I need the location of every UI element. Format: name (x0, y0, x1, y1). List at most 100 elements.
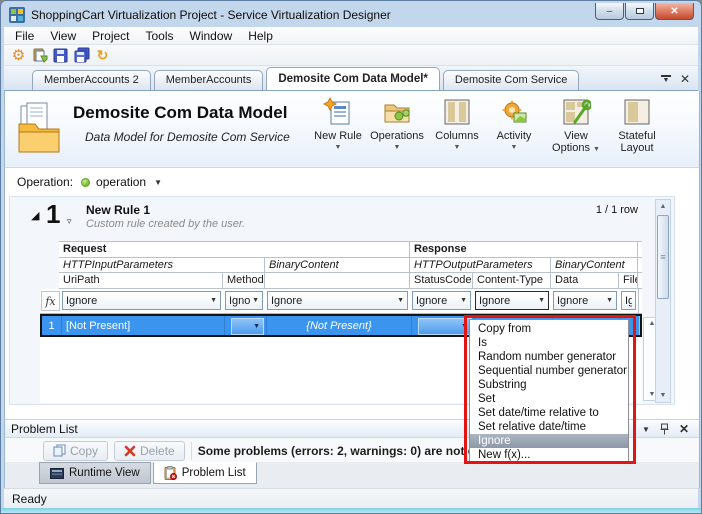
file-fx-combo[interactable]: Ignore (621, 291, 636, 310)
title-bar[interactable]: ShoppingCart Virtualization Project - Se… (4, 3, 698, 27)
tab-list-dropdown-icon[interactable]: ▼ (661, 75, 671, 84)
menu-help[interactable]: Help (240, 28, 281, 44)
menu-item-new-fx[interactable]: New f(x)... (470, 448, 628, 462)
settings-gear-icon[interactable]: ⚙ (10, 47, 27, 64)
http-input-parameters-header: HTTPInputParameters (59, 258, 264, 272)
scroll-down-icon[interactable]: ▼ (656, 392, 670, 399)
statuscode-fx-combo[interactable]: Ignore▼ (412, 291, 471, 310)
statuscode-cell-combo[interactable]: ▼ (418, 318, 472, 335)
content-type-fx-combo[interactable]: Ignore▼ (475, 291, 549, 310)
menu-item-ignore[interactable]: Ignore (470, 434, 628, 448)
dropdown-arrow-icon: ▼ (593, 146, 600, 153)
stateful-layout-button[interactable]: Stateful Layout (609, 95, 665, 154)
new-rule-button[interactable]: New Rule ▼ (311, 95, 365, 154)
statuscode-cell[interactable]: ▼ (411, 316, 474, 335)
minimize-button[interactable]: – (595, 3, 624, 20)
panel-vertical-scrollbar[interactable]: ▲ ≡ ▼ (655, 199, 671, 403)
panel-close-icon[interactable]: ✕ (679, 423, 689, 435)
method-column-header[interactable]: Method (222, 273, 264, 288)
view-options-button[interactable]: View Options ▼ (543, 95, 609, 154)
columns-button[interactable]: Columns ▼ (429, 95, 485, 154)
maximize-button[interactable] (625, 3, 654, 20)
main-toolbar: ⚙ ↻ (4, 45, 698, 66)
data-column-header[interactable]: Data (550, 273, 618, 288)
file-column-header[interactable]: File (618, 273, 638, 288)
tab-memberaccounts[interactable]: MemberAccounts (154, 70, 264, 90)
tab-memberaccounts-2[interactable]: MemberAccounts 2 (32, 70, 151, 90)
uripath-column-header[interactable]: UriPath (59, 273, 222, 288)
method-cell-combo[interactable]: ▼ (231, 318, 264, 335)
menu-item-sequential-number-generator[interactable]: Sequential number generator (470, 364, 628, 378)
runtime-view-icon (50, 468, 64, 479)
save-all-icon[interactable] (73, 47, 90, 64)
uripath-cell[interactable]: [Not Present] (61, 316, 224, 335)
menu-item-set-relative-datetime[interactable]: Set relative date/time (470, 420, 628, 434)
rule-expander-icon[interactable]: ◢ (31, 211, 39, 222)
tab-demosite-com-data-model[interactable]: Demosite Com Data Model* (266, 67, 440, 90)
menu-item-set-datetime-relative-to[interactable]: Set date/time relative to (470, 406, 628, 420)
rule-description: Custom rule created by the user. (86, 218, 245, 230)
operations-button[interactable]: Operations ▼ (365, 95, 429, 154)
binary-content-fx-combo[interactable]: Ignore▼ (267, 291, 408, 310)
page-subtitle: Data Model for Demosite Com Service (85, 130, 290, 144)
menu-item-set[interactable]: Set (470, 392, 628, 406)
window-bottom-edge (1, 508, 701, 513)
binary-content-response-header: BinaryContent (550, 258, 638, 272)
activity-button[interactable]: Activity ▼ (485, 95, 543, 154)
delete-x-icon (124, 445, 136, 457)
operation-bar: Operation: operation ▼ (5, 168, 699, 196)
dropdown-arrow-icon: ▼ (253, 323, 260, 330)
dropdown-arrow-icon: ▼ (210, 297, 217, 304)
ribbon-buttons: New Rule ▼ Operations ▼ (311, 95, 665, 154)
document-tab-strip: MemberAccounts 2 MemberAccounts Demosite… (4, 66, 698, 91)
method-fx-combo[interactable]: Ignore▼ (225, 291, 263, 310)
content-type-column-header[interactable]: Content-Type (472, 273, 550, 288)
problem-list-title: Problem List (11, 422, 78, 436)
columns-icon (442, 97, 472, 127)
dropdown-arrow-icon[interactable]: ▼ (154, 178, 162, 187)
paste-icon[interactable] (31, 47, 48, 64)
menu-item-substring[interactable]: Substring (470, 378, 628, 392)
menu-item-is[interactable]: Is (470, 336, 628, 350)
dropdown-arrow-icon: ▼ (454, 144, 461, 151)
scroll-up-icon[interactable]: ▲ (656, 203, 670, 210)
binary-content-column-header[interactable] (264, 273, 409, 288)
menu-tools[interactable]: Tools (138, 28, 182, 44)
new-rule-icon (323, 97, 353, 127)
status-text: Ready (12, 492, 47, 506)
request-group-header: Request (59, 242, 409, 257)
menu-window[interactable]: Window (182, 28, 241, 44)
copy-button[interactable]: Copy (43, 441, 108, 461)
scrollbar-thumb[interactable]: ≡ (657, 215, 669, 299)
pin-icon[interactable] (660, 423, 669, 435)
uripath-fx-combo[interactable]: Ignore▼ (62, 291, 221, 310)
tab-problem-list[interactable]: Problem List (153, 462, 257, 484)
dropdown-arrow-icon: ▼ (511, 144, 518, 151)
menu-view[interactable]: View (42, 28, 84, 44)
tab-demosite-com-service[interactable]: Demosite Com Service (443, 70, 579, 90)
refresh-icon[interactable]: ↻ (94, 47, 111, 64)
save-icon[interactable] (52, 47, 69, 64)
menu-project[interactable]: Project (84, 28, 137, 44)
binary-content-cell[interactable]: {Not Present} (266, 316, 411, 335)
grid-column-header-row: UriPath Method StatusCode Content-Type D… (59, 273, 642, 289)
operation-value[interactable]: operation (96, 175, 146, 189)
menu-item-copy-from[interactable]: Copy from (470, 322, 628, 336)
statuscode-column-header[interactable]: StatusCode (409, 273, 472, 288)
close-button[interactable]: ✕ (655, 3, 694, 20)
method-cell[interactable]: ▼ (224, 316, 266, 335)
tab-close-icon[interactable]: ✕ (680, 73, 690, 85)
data-fx-combo[interactable]: Ignore▼ (553, 291, 617, 310)
window-title: ShoppingCart Virtualization Project - Se… (31, 3, 391, 27)
problem-message: Some problems (errors: 2, warnings: 0) a… (198, 444, 494, 458)
rule-dropdown-icon[interactable]: ▿ (67, 217, 72, 226)
delete-button[interactable]: Delete (114, 441, 185, 461)
tab-runtime-view[interactable]: Runtime View (39, 462, 151, 484)
binary-content-request-header: BinaryContent (264, 258, 409, 272)
panel-dropdown-icon[interactable]: ▼ (642, 425, 650, 434)
menu-item-random-number-generator[interactable]: Random number generator (470, 350, 628, 364)
dropdown-arrow-icon: ▼ (397, 297, 404, 304)
ribbon: Demosite Com Data Model Data Model for D… (5, 91, 699, 168)
menu-file[interactable]: File (7, 28, 42, 44)
row-count: 1 / 1 row (596, 204, 638, 216)
